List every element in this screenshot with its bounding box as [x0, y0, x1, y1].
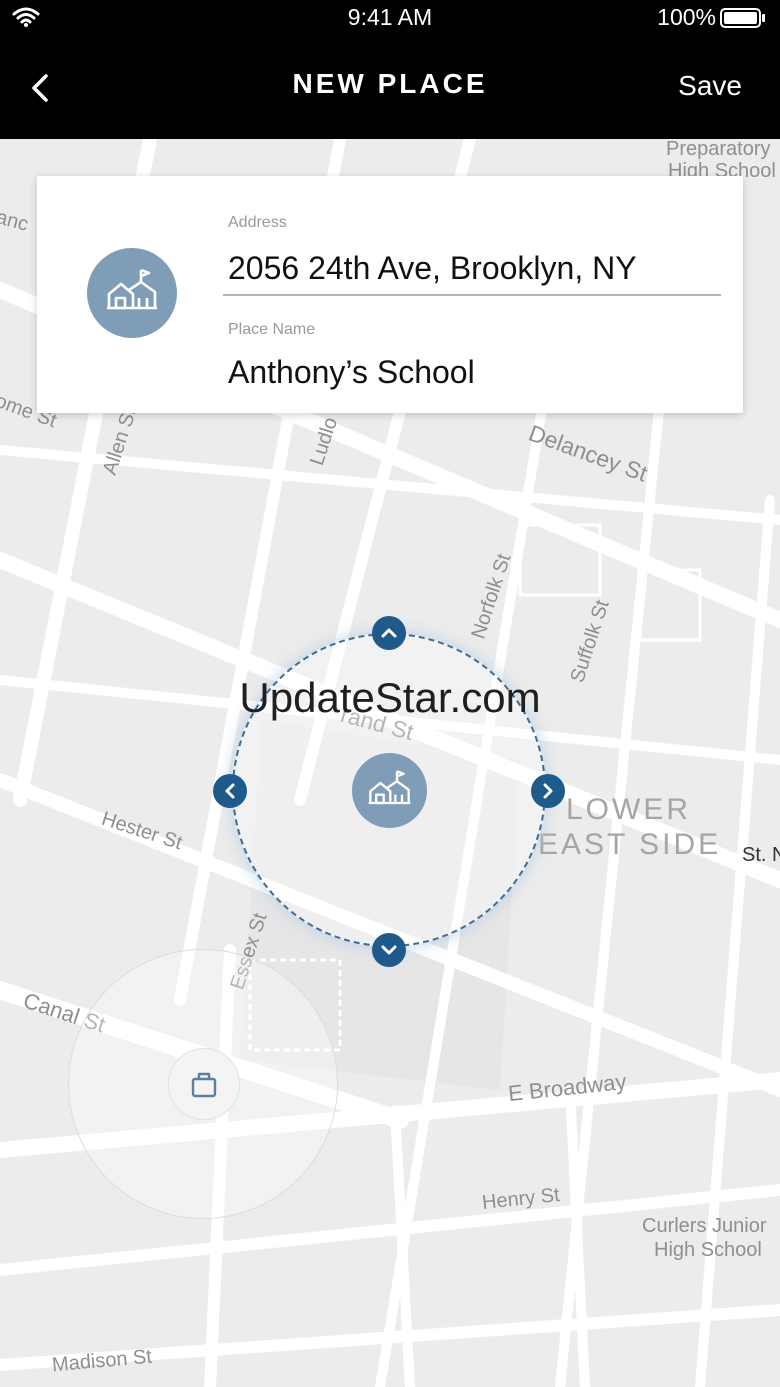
address-label: Address — [228, 214, 287, 231]
map-label-east-side: EAST SIDE — [538, 828, 722, 861]
chevron-left-icon — [225, 783, 235, 799]
resize-handle-up[interactable] — [372, 616, 406, 650]
place-avatar — [87, 248, 177, 338]
address-field[interactable]: 2056 24th Ave, Brooklyn, NY — [228, 250, 637, 287]
school-icon — [107, 268, 157, 310]
map-label-lower: LOWER — [566, 793, 692, 826]
chevron-right-icon — [543, 783, 553, 799]
address-underline — [223, 294, 721, 296]
map-label-prep-1: Preparatory — [666, 138, 771, 160]
nav-bar: NEW PLACE Save — [0, 36, 780, 139]
place-name-field[interactable]: Anthony’s School — [228, 354, 475, 391]
save-button[interactable]: Save — [678, 70, 742, 102]
watermark-text: UpdateStar.com — [239, 674, 541, 721]
resize-handle-down[interactable] — [372, 933, 406, 967]
chevron-up-icon — [381, 628, 397, 638]
resize-handle-right[interactable] — [531, 774, 565, 808]
map-label-curlers-1: Curlers Junior — [642, 1215, 767, 1237]
work-place-marker[interactable] — [168, 1048, 240, 1120]
place-form-card: Address 2056 24th Ave, Brooklyn, NY Plac… — [37, 176, 743, 413]
briefcase-icon — [191, 1072, 217, 1098]
map-label-st-n: St. N — [742, 844, 780, 866]
place-name-label: Place Name — [228, 321, 316, 338]
page-title: NEW PLACE — [292, 68, 488, 99]
map-label-curlers-2: High School — [654, 1239, 762, 1261]
battery-percent: 100% — [657, 4, 716, 30]
school-icon — [368, 770, 411, 805]
battery-icon — [720, 8, 765, 28]
chevron-down-icon — [381, 945, 397, 955]
place-marker[interactable] — [352, 753, 427, 828]
status-bar: 9:41 AM 100% — [0, 0, 780, 36]
resize-handle-left[interactable] — [213, 774, 247, 808]
